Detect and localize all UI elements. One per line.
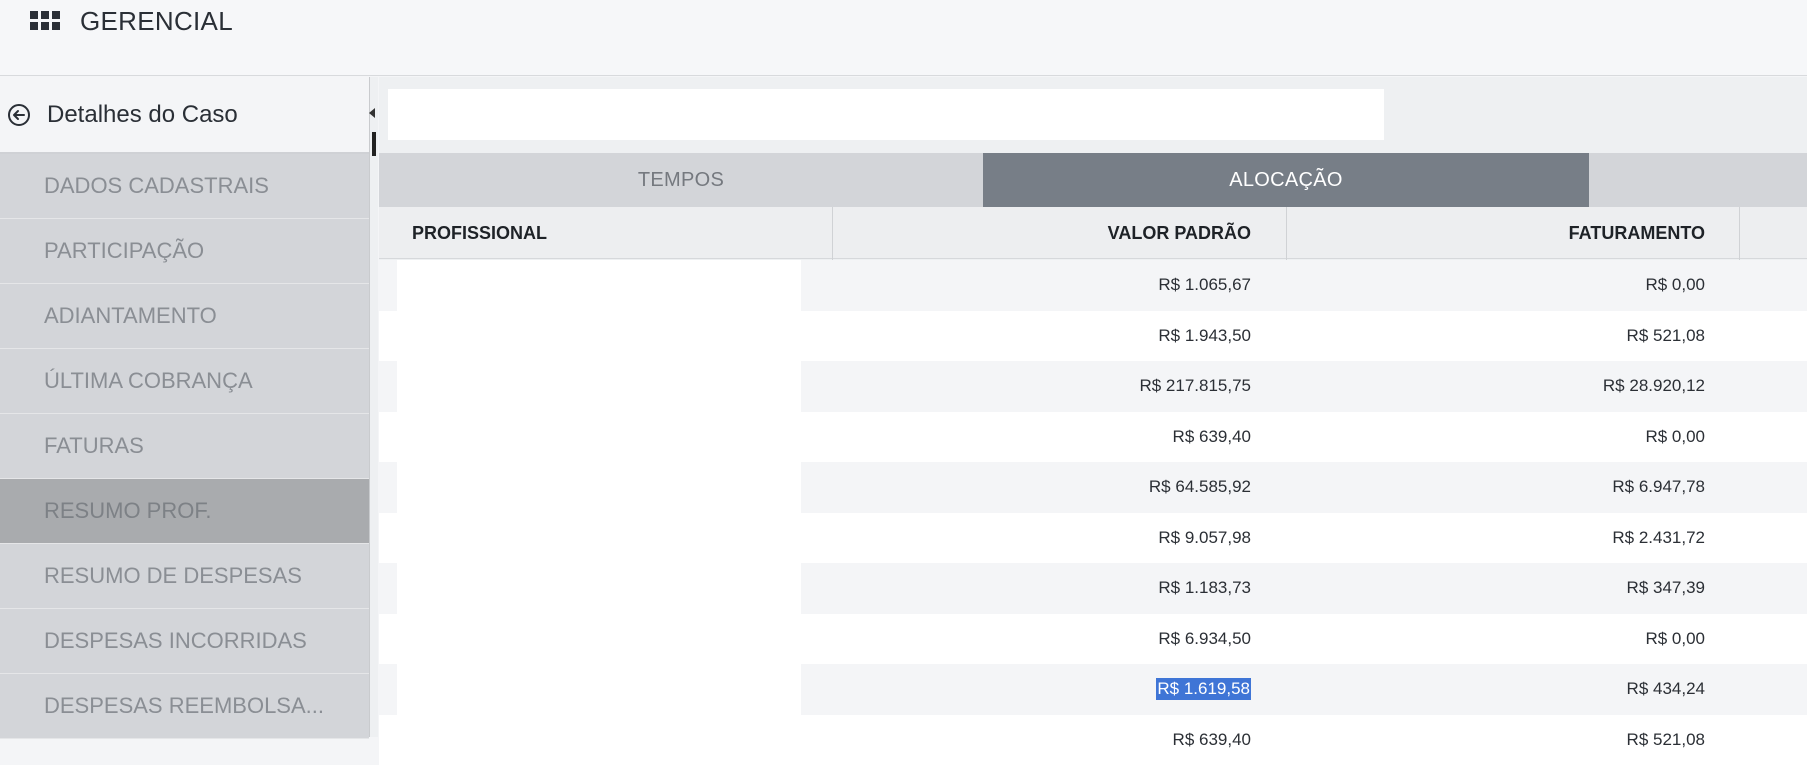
table-row[interactable]: R$ 217.815,75 R$ 28.920,12 [379, 361, 1807, 412]
apps-grid-icon[interactable] [30, 11, 60, 31]
tab-bar: TEMPOS ALOCAÇÃO [379, 153, 1807, 207]
profissional-cell [397, 614, 801, 665]
profissional-cell [397, 361, 801, 412]
table-row[interactable]: R$ 639,40 R$ 521,08 [379, 715, 1807, 765]
column-header-profissional[interactable]: PROFISSIONAL [412, 207, 547, 259]
profissional-cell [397, 715, 801, 765]
back-arrow-icon[interactable] [7, 103, 31, 127]
column-header-faturamento[interactable]: FATURAMENTO [1287, 207, 1705, 259]
faturamento-cell: R$ 0,00 [1287, 260, 1705, 311]
top-header: GERENCIAL [0, 0, 1807, 76]
faturamento-cell: R$ 28.920,12 [1287, 361, 1705, 412]
valor-padrao-cell: R$ 639,40 [833, 715, 1251, 765]
sidebar-item-despesas-incorridas[interactable]: DESPESAS INCORRIDAS [0, 609, 369, 674]
profissional-cell [397, 412, 801, 463]
selected-text: R$ 1.619,58 [1156, 678, 1251, 700]
valor-padrao-cell: R$ 64.585,92 [833, 462, 1251, 513]
profissional-cell [397, 563, 801, 614]
valor-padrao-cell: R$ 1.183,73 [833, 563, 1251, 614]
table-header: PROFISSIONAL VALOR PADRÃO FATURAMENTO [379, 207, 1807, 259]
valor-padrao-cell: R$ 1.065,67 [833, 260, 1251, 311]
sidebar-item-resumo-despesas[interactable]: RESUMO DE DESPESAS [0, 544, 369, 609]
faturamento-cell: R$ 6.947,78 [1287, 462, 1705, 513]
collapse-arrow-icon[interactable] [369, 108, 375, 118]
profissional-cell [397, 664, 801, 715]
sidebar-item-dados-cadastrais[interactable]: DADOS CADASTRAIS [0, 154, 369, 219]
table-row[interactable]: R$ 1.619,58 R$ 434,24 [379, 664, 1807, 715]
tab-alocacao[interactable]: ALOCAÇÃO [983, 153, 1589, 207]
profissional-cell [397, 462, 801, 513]
sidebar-header[interactable]: Detalhes do Caso [0, 77, 369, 153]
table-row[interactable]: R$ 9.057,98 R$ 2.431,72 [379, 513, 1807, 564]
table-row[interactable]: R$ 639,40 R$ 0,00 [379, 412, 1807, 463]
valor-padrao-cell: R$ 6.934,50 [833, 614, 1251, 665]
faturamento-cell: R$ 434,24 [1287, 664, 1705, 715]
faturamento-cell: R$ 2.431,72 [1287, 513, 1705, 564]
sidebar-title: Detalhes do Caso [47, 101, 238, 129]
faturamento-cell: R$ 347,39 [1287, 563, 1705, 614]
table-row[interactable]: R$ 6.934,50 R$ 0,00 [379, 614, 1807, 665]
faturamento-cell: R$ 0,00 [1287, 412, 1705, 463]
main-content: TEMPOS ALOCAÇÃO PROFISSIONAL VALOR PADRÃ… [379, 77, 1807, 737]
sidebar-item-despesas-reembolsaveis[interactable]: DESPESAS REEMBOLSA... [0, 674, 369, 739]
valor-padrao-cell: R$ 639,40 [833, 412, 1251, 463]
sidebar-item-adiantamento[interactable]: ADIANTAMENTO [0, 284, 369, 349]
sidebar: Detalhes do Caso DADOS CADASTRAIS PARTIC… [0, 77, 369, 737]
faturamento-cell: R$ 521,08 [1287, 715, 1705, 765]
faturamento-cell: R$ 0,00 [1287, 614, 1705, 665]
sidebar-item-participacao[interactable]: PARTICIPAÇÃO [0, 219, 369, 284]
app-title: GERENCIAL [80, 6, 233, 37]
table-row[interactable]: R$ 1.183,73 R$ 347,39 [379, 563, 1807, 614]
table-row[interactable]: R$ 64.585,92 R$ 6.947,78 [379, 462, 1807, 513]
sidebar-item-resumo-prof[interactable]: RESUMO PROF. [0, 479, 369, 544]
valor-padrao-cell: R$ 217.815,75 [833, 361, 1251, 412]
table-body: R$ 1.065,67 R$ 0,00 R$ 1.943,50 R$ 521,0… [379, 260, 1807, 765]
valor-padrao-cell: R$ 9.057,98 [833, 513, 1251, 564]
table-row[interactable]: R$ 1.943,50 R$ 521,08 [379, 311, 1807, 362]
sidebar-item-ultima-cobranca[interactable]: ÚLTIMA COBRANÇA [0, 349, 369, 414]
sidebar-item-faturas[interactable]: FATURAS [0, 414, 369, 479]
tab-tempos[interactable]: TEMPOS [379, 153, 983, 207]
profissional-cell [397, 311, 801, 362]
column-header-valor-padrao[interactable]: VALOR PADRÃO [833, 207, 1251, 259]
profissional-cell [397, 260, 801, 311]
sidebar-menu: DADOS CADASTRAIS PARTICIPAÇÃO ADIANTAMEN… [0, 154, 369, 739]
valor-padrao-cell: R$ 1.943,50 [833, 311, 1251, 362]
valor-padrao-cell: R$ 1.619,58 [833, 664, 1251, 715]
splitter-handle[interactable] [372, 132, 376, 156]
sidebar-splitter[interactable] [369, 77, 378, 737]
faturamento-cell: R$ 521,08 [1287, 311, 1705, 362]
table-row[interactable]: R$ 1.065,67 R$ 0,00 [379, 260, 1807, 311]
profissional-cell [397, 513, 801, 564]
search-input[interactable] [388, 89, 1384, 140]
